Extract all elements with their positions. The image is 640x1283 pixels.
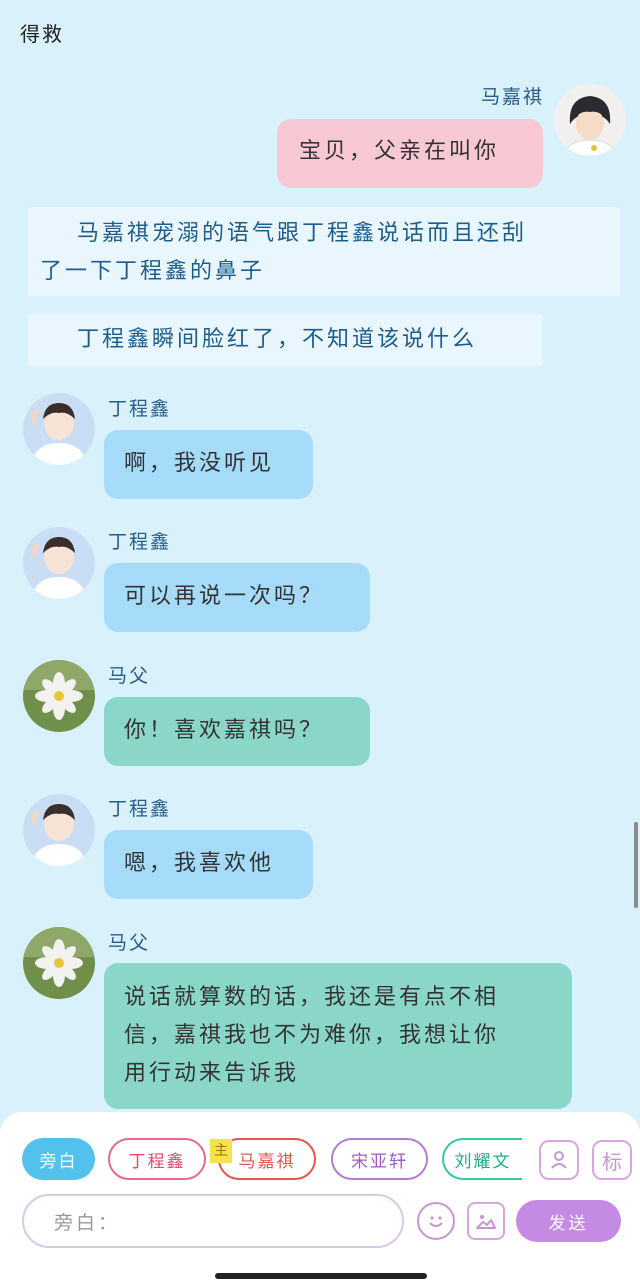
contact-icon[interactable] bbox=[539, 1140, 579, 1180]
image-icon[interactable] bbox=[467, 1202, 505, 1240]
narration-block[interactable]: 丁程鑫瞬间脸红了，不知道该说什么 bbox=[28, 314, 542, 366]
message-text: 信，嘉祺我也不为难你，我想让你 bbox=[124, 1023, 500, 1048]
role-chip-ma[interactable]: 马嘉祺 bbox=[218, 1138, 316, 1180]
main-role-tag: 主 bbox=[210, 1139, 232, 1163]
message-bubble[interactable]: 嗯，我喜欢他 bbox=[104, 830, 313, 899]
narration-text: 丁程鑫瞬间脸红了，不知道该说什么 bbox=[52, 327, 478, 352]
avatar[interactable] bbox=[23, 393, 95, 465]
sender-name: 丁程鑫 bbox=[108, 398, 172, 420]
avatar[interactable] bbox=[23, 927, 95, 999]
message-bubble[interactable]: 说话就算数的话，我还是有点不相 信，嘉祺我也不为难你，我想让你 用行动来告诉我 bbox=[104, 963, 572, 1109]
message-text: 说话就算数的话，我还是有点不相 bbox=[124, 985, 500, 1010]
home-indicator[interactable] bbox=[215, 1273, 427, 1279]
sender-name: 丁程鑫 bbox=[108, 531, 172, 553]
emoji-icon[interactable] bbox=[417, 1202, 455, 1240]
scrollbar[interactable] bbox=[634, 822, 638, 908]
label-button-text: 标 bbox=[602, 1149, 622, 1174]
message-text: 宝贝，父亲在叫你 bbox=[299, 139, 500, 164]
sender-name: 马嘉祺 bbox=[480, 86, 544, 108]
sender-name: 丁程鑫 bbox=[108, 798, 172, 820]
sender-name: 马父 bbox=[108, 665, 151, 687]
message-text: 你！喜欢嘉祺吗？ bbox=[124, 718, 325, 743]
avatar[interactable] bbox=[554, 84, 626, 156]
message-text: 嗯，我喜欢他 bbox=[124, 851, 275, 876]
send-button[interactable]: 发送 bbox=[516, 1200, 621, 1242]
input-placeholder: 旁白： bbox=[54, 1211, 121, 1234]
role-chip-liu[interactable]: 刘耀文 bbox=[442, 1138, 522, 1180]
role-chip-song[interactable]: 宋亚轩 bbox=[331, 1138, 428, 1180]
narration-text: 马嘉祺宠溺的语气跟丁程鑫说话而且还刮 bbox=[52, 221, 528, 246]
message-text: 可以再说一次吗？ bbox=[124, 584, 325, 609]
page-title: 得救 bbox=[20, 22, 64, 46]
role-chip-ding[interactable]: 丁程鑫 bbox=[108, 1138, 206, 1180]
label-button[interactable]: 标 bbox=[592, 1140, 632, 1180]
message-bubble[interactable]: 啊，我没听见 bbox=[104, 430, 313, 499]
message-input[interactable]: 旁白： bbox=[22, 1194, 404, 1248]
message-bubble[interactable]: 宝贝，父亲在叫你 bbox=[277, 119, 543, 188]
message-text: 用行动来告诉我 bbox=[124, 1061, 300, 1086]
message-bubble[interactable]: 你！喜欢嘉祺吗？ bbox=[104, 697, 370, 766]
narration-block[interactable]: 马嘉祺宠溺的语气跟丁程鑫说话而且还刮 了一下丁程鑫的鼻子 bbox=[28, 207, 620, 296]
role-chip-narration[interactable]: 旁白 bbox=[22, 1138, 95, 1180]
avatar[interactable] bbox=[23, 794, 95, 866]
avatar[interactable] bbox=[23, 660, 95, 732]
message-text: 啊，我没听见 bbox=[124, 451, 275, 476]
message-bubble[interactable]: 可以再说一次吗？ bbox=[104, 563, 370, 632]
narration-text: 了一下丁程鑫的鼻子 bbox=[40, 259, 266, 284]
sender-name: 马父 bbox=[108, 932, 151, 954]
avatar[interactable] bbox=[23, 527, 95, 599]
